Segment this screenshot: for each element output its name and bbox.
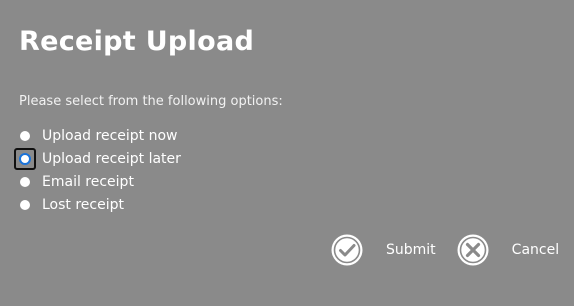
- dialog-title: Receipt Upload: [19, 26, 255, 57]
- option-label: Upload receipt later: [42, 150, 181, 167]
- option-label: Lost receipt: [42, 196, 124, 213]
- radio-circle-icon: [20, 130, 30, 141]
- option-label: Upload receipt now: [42, 127, 178, 144]
- option-label: Email receipt: [42, 173, 134, 190]
- radio-circle-icon: [20, 176, 30, 187]
- radio-circle-icon: [20, 199, 30, 210]
- radio-circle-icon: [19, 152, 31, 165]
- option-lost-receipt[interactable]: Lost receipt: [14, 193, 181, 216]
- cancel-button[interactable]: Cancel: [456, 233, 559, 267]
- dialog-actions: Submit Cancel: [330, 232, 559, 268]
- options-prompt: Please select from the following options…: [19, 94, 283, 109]
- x-circle-icon: [457, 234, 489, 266]
- radio-button-email-receipt[interactable]: [14, 171, 36, 193]
- option-upload-receipt-now[interactable]: Upload receipt now: [14, 124, 181, 147]
- radio-button-lost-receipt[interactable]: [14, 194, 36, 216]
- receipt-options-radio-group: Upload receipt now Upload receipt later …: [14, 124, 181, 216]
- radio-button-upload-later[interactable]: [14, 147, 36, 170]
- cancel-label: Cancel: [511, 242, 560, 258]
- submit-button[interactable]: Submit: [330, 233, 436, 267]
- checkmark-circle-icon: [331, 234, 363, 266]
- radio-button-upload-now[interactable]: [14, 125, 36, 147]
- option-upload-receipt-later[interactable]: Upload receipt later: [14, 147, 181, 170]
- receipt-upload-dialog: Receipt Upload Please select from the fo…: [0, 0, 574, 306]
- option-email-receipt[interactable]: Email receipt: [14, 170, 181, 193]
- submit-label: Submit: [386, 242, 436, 258]
